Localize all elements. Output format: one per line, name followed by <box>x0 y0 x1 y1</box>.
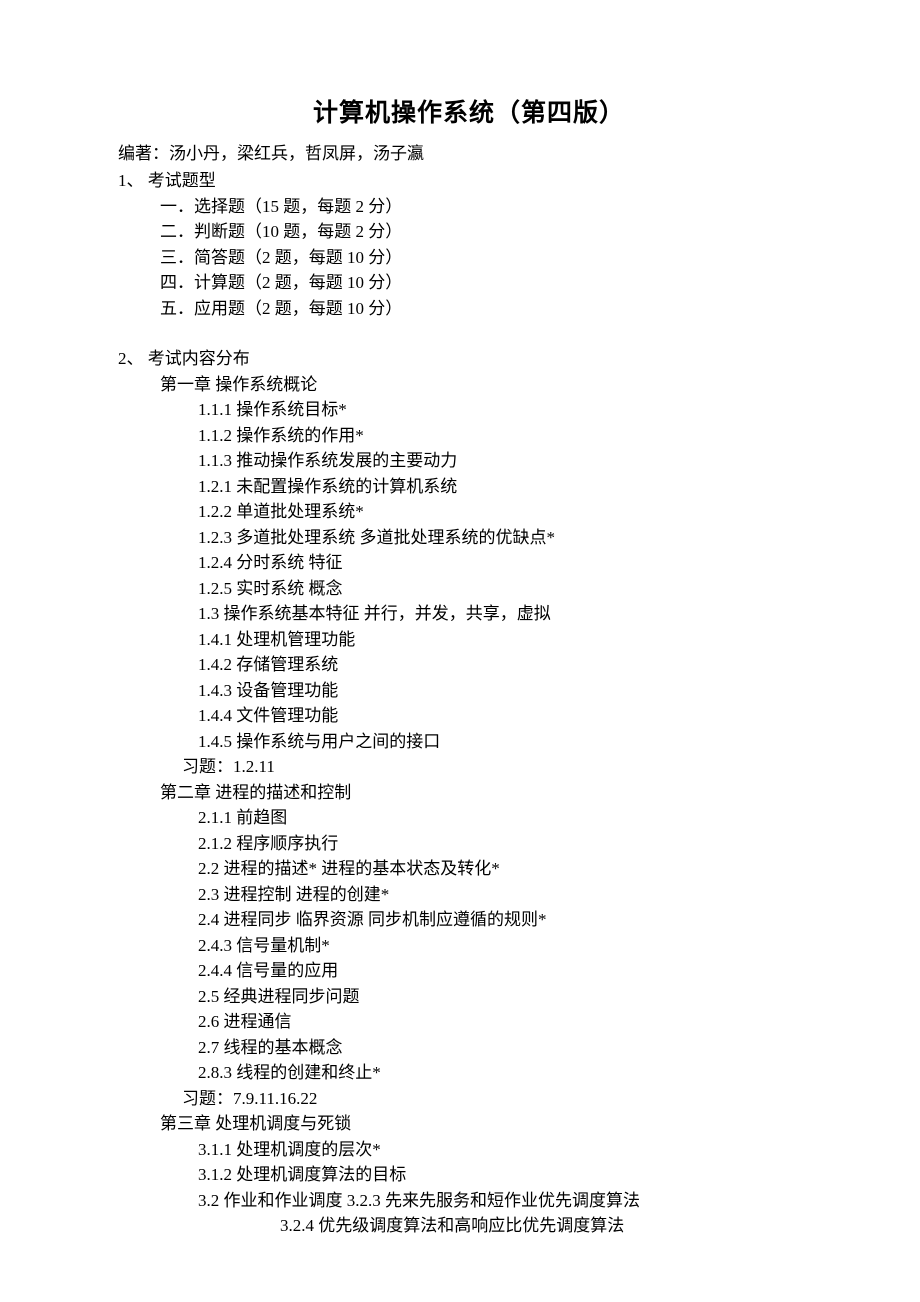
exam-type-item: 四．计算题（2 题，每题 10 分） <box>160 270 820 296</box>
chapter-1-exercises: 习题：1.2.11 <box>118 754 820 780</box>
chapter-2-title: 第二章 进程的描述和控制 <box>118 780 820 806</box>
outline-item: 1.2.2 单道批处理系统* <box>198 499 820 525</box>
outline-item: 2.2 进程的描述* 进程的基本状态及转化* <box>198 856 820 882</box>
chapter-2-items: 2.1.1 前趋图 2.1.2 程序顺序执行 2.2 进程的描述* 进程的基本状… <box>118 805 820 1086</box>
outline-item: 2.1.2 程序顺序执行 <box>198 831 820 857</box>
outline-item: 2.4.4 信号量的应用 <box>198 958 820 984</box>
outline-item: 2.1.1 前趋图 <box>198 805 820 831</box>
exam-types-list: 一．选择题（15 题，每题 2 分） 二．判断题（10 题，每题 2 分） 三．… <box>118 194 820 322</box>
outline-item: 2.8.3 线程的创建和终止* <box>198 1060 820 1086</box>
outline-item: 1.1.1 操作系统目标* <box>198 397 820 423</box>
outline-item: 2.3 进程控制 进程的创建* <box>198 882 820 908</box>
outline-item: 1.1.2 操作系统的作用* <box>198 423 820 449</box>
document-title: 计算机操作系统（第四版） <box>118 95 820 133</box>
chapter-2-exercises: 习题：7.9.11.16.22 <box>118 1086 820 1112</box>
chapter-1-items: 1.1.1 操作系统目标* 1.1.2 操作系统的作用* 1.1.3 推动操作系… <box>118 397 820 754</box>
outline-item: 1.2.3 多道批处理系统 多道批处理系统的优缺点* <box>198 525 820 551</box>
outline-item: 1.4.2 存储管理系统 <box>198 652 820 678</box>
outline-item: 1.3 操作系统基本特征 并行，并发，共享，虚拟 <box>198 601 820 627</box>
outline-item: 1.2.4 分时系统 特征 <box>198 550 820 576</box>
outline-item: 1.2.5 实时系统 概念 <box>198 576 820 602</box>
exam-type-item: 一．选择题（15 题，每题 2 分） <box>160 194 820 220</box>
section1-heading: 1、 考试题型 <box>118 168 820 194</box>
chapter-3-items: 3.1.1 处理机调度的层次* 3.1.2 处理机调度算法的目标 3.2 作业和… <box>118 1137 820 1214</box>
outline-item: 2.7 线程的基本概念 <box>198 1035 820 1061</box>
outline-item: 2.4 进程同步 临界资源 同步机制应遵循的规则* <box>198 907 820 933</box>
chapter-1-title: 第一章 操作系统概论 <box>118 372 820 398</box>
exam-type-item: 五．应用题（2 题，每题 10 分） <box>160 296 820 322</box>
outline-item: 1.4.1 处理机管理功能 <box>198 627 820 653</box>
outline-item: 1.1.3 推动操作系统发展的主要动力 <box>198 448 820 474</box>
outline-item: 1.2.1 未配置操作系统的计算机系统 <box>198 474 820 500</box>
outline-item: 2.4.3 信号量机制* <box>198 933 820 959</box>
chapter-3-title: 第三章 处理机调度与死锁 <box>118 1111 820 1137</box>
exam-type-item: 三．简答题（2 题，每题 10 分） <box>160 245 820 271</box>
outline-item: 2.6 进程通信 <box>198 1009 820 1035</box>
outline-item: 1.4.3 设备管理功能 <box>198 678 820 704</box>
outline-item: 3.2.4 优先级调度算法和高响应比优先调度算法 <box>280 1213 820 1239</box>
authors-line: 编著：汤小丹，梁红兵，哲凤屏，汤子瀛 <box>118 141 820 167</box>
chapter-3-extra-indented: 3.2.4 优先级调度算法和高响应比优先调度算法 <box>118 1213 820 1239</box>
outline-item: 3.2 作业和作业调度 3.2.3 先来先服务和短作业优先调度算法 <box>198 1188 820 1214</box>
section2-heading: 2、 考试内容分布 <box>118 346 820 372</box>
outline-item: 1.4.5 操作系统与用户之间的接口 <box>198 729 820 755</box>
outline-item: 3.1.1 处理机调度的层次* <box>198 1137 820 1163</box>
outline-item: 2.5 经典进程同步问题 <box>198 984 820 1010</box>
exam-type-item: 二．判断题（10 题，每题 2 分） <box>160 219 820 245</box>
outline-item: 3.1.2 处理机调度算法的目标 <box>198 1162 820 1188</box>
outline-item: 1.4.4 文件管理功能 <box>198 703 820 729</box>
